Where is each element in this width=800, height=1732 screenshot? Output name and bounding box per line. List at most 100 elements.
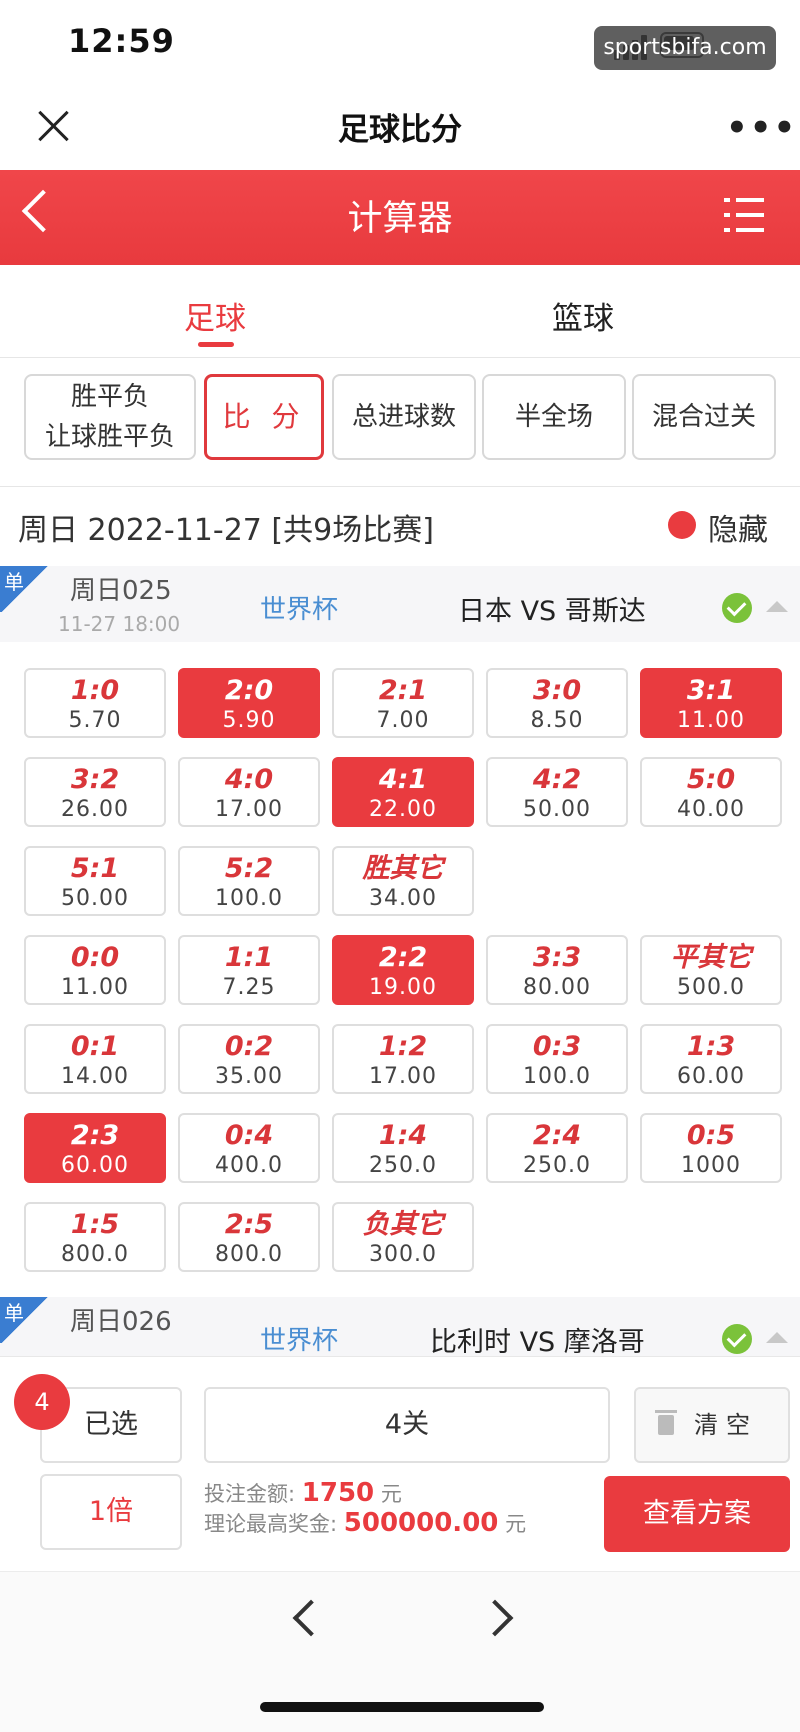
score-label: 0:0 bbox=[70, 942, 120, 973]
multiple-selector[interactable]: 1倍 bbox=[40, 1474, 182, 1550]
score-odds-option[interactable]: 5:1 50.00 bbox=[24, 846, 166, 916]
odds-value: 800.0 bbox=[61, 1242, 129, 1267]
score-label: 2:1 bbox=[378, 675, 428, 706]
score-odds-option[interactable]: 1:3 60.00 bbox=[640, 1024, 782, 1094]
score-label: 平其它 bbox=[670, 942, 752, 973]
score-odds-option[interactable]: 2:3 60.00 bbox=[24, 1113, 166, 1183]
selected-count-badge: 4 bbox=[14, 1374, 70, 1430]
score-odds-option[interactable]: 4:0 17.00 bbox=[178, 757, 320, 827]
score-odds-option[interactable]: 0:5 1000 bbox=[640, 1113, 782, 1183]
score-odds-option[interactable]: 负其它 300.0 bbox=[332, 1202, 474, 1272]
mode-win-draw-lose[interactable]: 胜平负 让球胜平负 bbox=[24, 374, 196, 460]
match-league: 世界杯 bbox=[260, 1326, 339, 1356]
match-teams: 比利时 VS 摩洛哥 bbox=[430, 1327, 645, 1358]
score-odds-option[interactable]: 5:2 100.0 bbox=[178, 846, 320, 916]
check-icon bbox=[722, 593, 752, 623]
mode-score[interactable]: 比 分 bbox=[204, 374, 324, 460]
score-label: 3:3 bbox=[532, 942, 582, 973]
score-odds-option[interactable]: 2:0 5.90 bbox=[178, 668, 320, 738]
mode-mixed-parlay[interactable]: 混合过关 bbox=[632, 374, 776, 460]
odds-value: 40.00 bbox=[677, 797, 745, 822]
score-odds-option[interactable]: 0:2 35.00 bbox=[178, 1024, 320, 1094]
status-time: 12:59 bbox=[68, 22, 175, 60]
odds-value: 250.0 bbox=[523, 1153, 591, 1178]
odds-value: 7.00 bbox=[376, 708, 430, 733]
odds-value: 17.00 bbox=[369, 1064, 437, 1089]
menu-icon[interactable] bbox=[724, 198, 764, 232]
score-odds-option[interactable]: 2:5 800.0 bbox=[178, 1202, 320, 1272]
odds-value: 11.00 bbox=[61, 975, 129, 1000]
score-label: 0:5 bbox=[686, 1120, 736, 1151]
mode-half-full[interactable]: 半全场 bbox=[482, 374, 626, 460]
score-label: 负其它 bbox=[362, 1209, 444, 1240]
odds-value: 100.0 bbox=[523, 1064, 591, 1089]
score-odds-option[interactable]: 0:4 400.0 bbox=[178, 1113, 320, 1183]
odds-value: 500.0 bbox=[677, 975, 745, 1000]
score-label: 0:4 bbox=[224, 1120, 274, 1151]
pass-type-selector[interactable]: 4关 bbox=[204, 1387, 610, 1463]
max-prize-value: 500000.00 bbox=[343, 1508, 499, 1538]
score-odds-option[interactable]: 4:1 22.00 bbox=[332, 757, 474, 827]
score-odds-option[interactable]: 0:0 11.00 bbox=[24, 935, 166, 1005]
score-odds-option[interactable]: 0:1 14.00 bbox=[24, 1024, 166, 1094]
score-odds-option[interactable]: 胜其它 34.00 bbox=[332, 846, 474, 916]
score-odds-option[interactable]: 3:1 11.00 bbox=[640, 668, 782, 738]
view-plan-button[interactable]: 查看方案 bbox=[604, 1476, 790, 1552]
date-header: 周日 2022-11-27 [共9场比赛] bbox=[18, 513, 434, 548]
hide-toggle-icon[interactable] bbox=[668, 511, 696, 539]
score-label: 1:2 bbox=[378, 1031, 428, 1062]
mode-total-goals[interactable]: 总进球数 bbox=[332, 374, 476, 460]
score-label: 0:1 bbox=[70, 1031, 120, 1062]
score-odds-option[interactable]: 3:2 26.00 bbox=[24, 757, 166, 827]
score-label: 1:0 bbox=[70, 675, 120, 706]
max-prize: 理论最高奖金: 500000.00 元 bbox=[204, 1508, 527, 1538]
score-label: 1:5 bbox=[70, 1209, 120, 1240]
odds-value: 26.00 bbox=[61, 797, 129, 822]
odds-value: 80.00 bbox=[523, 975, 591, 1000]
score-odds-option[interactable]: 0:3 100.0 bbox=[486, 1024, 628, 1094]
clear-button[interactable]: 清空 bbox=[634, 1387, 790, 1463]
score-label: 2:3 bbox=[70, 1120, 120, 1151]
score-odds-option[interactable]: 4:2 50.00 bbox=[486, 757, 628, 827]
score-odds-option[interactable]: 1:5 800.0 bbox=[24, 1202, 166, 1272]
score-label: 3:1 bbox=[686, 675, 736, 706]
collapse-icon[interactable] bbox=[766, 601, 788, 612]
match-number: 周日026 bbox=[70, 1307, 172, 1337]
single-badge-text: 单 bbox=[4, 570, 24, 594]
more-icon[interactable]: ••• bbox=[726, 111, 797, 145]
tab-basketball[interactable]: 篮球 bbox=[552, 293, 614, 338]
hide-toggle-label[interactable]: 隐藏 bbox=[708, 505, 768, 549]
score-odds-option[interactable]: 5:0 40.00 bbox=[640, 757, 782, 827]
check-icon bbox=[722, 1324, 752, 1354]
score-label: 2:2 bbox=[378, 942, 428, 973]
score-label: 1:1 bbox=[224, 942, 274, 973]
odds-value: 60.00 bbox=[677, 1064, 745, 1089]
score-odds-option[interactable]: 2:1 7.00 bbox=[332, 668, 474, 738]
score-odds-option[interactable]: 2:4 250.0 bbox=[486, 1113, 628, 1183]
tab-football[interactable]: 足球 bbox=[184, 293, 246, 338]
odds-value: 17.00 bbox=[215, 797, 283, 822]
score-odds-option[interactable]: 平其它 500.0 bbox=[640, 935, 782, 1005]
odds-value: 800.0 bbox=[215, 1242, 283, 1267]
score-label: 0:3 bbox=[532, 1031, 582, 1062]
score-odds-option[interactable]: 2:2 19.00 bbox=[332, 935, 474, 1005]
score-odds-option[interactable]: 3:0 8.50 bbox=[486, 668, 628, 738]
collapse-icon[interactable] bbox=[766, 1332, 788, 1343]
trash-icon bbox=[655, 1410, 677, 1435]
score-odds-option[interactable]: 1:1 7.25 bbox=[178, 935, 320, 1005]
odds-value: 8.50 bbox=[530, 708, 584, 733]
odds-value: 14.00 bbox=[61, 1064, 129, 1089]
score-odds-option[interactable]: 3:3 80.00 bbox=[486, 935, 628, 1005]
score-odds-option[interactable]: 1:2 17.00 bbox=[332, 1024, 474, 1094]
odds-value: 5.70 bbox=[68, 708, 122, 733]
tab-active-indicator bbox=[198, 342, 234, 347]
odds-value: 250.0 bbox=[369, 1153, 437, 1178]
odds-value: 60.00 bbox=[61, 1153, 129, 1178]
divider bbox=[0, 486, 800, 487]
match-teams: 日本 VS 哥斯达 bbox=[458, 596, 646, 627]
match-time: 11-27 18:00 bbox=[58, 612, 181, 636]
score-odds-option[interactable]: 1:4 250.0 bbox=[332, 1113, 474, 1183]
home-indicator[interactable] bbox=[260, 1702, 544, 1712]
odds-value: 34.00 bbox=[369, 886, 437, 911]
score-odds-option[interactable]: 1:0 5.70 bbox=[24, 668, 166, 738]
